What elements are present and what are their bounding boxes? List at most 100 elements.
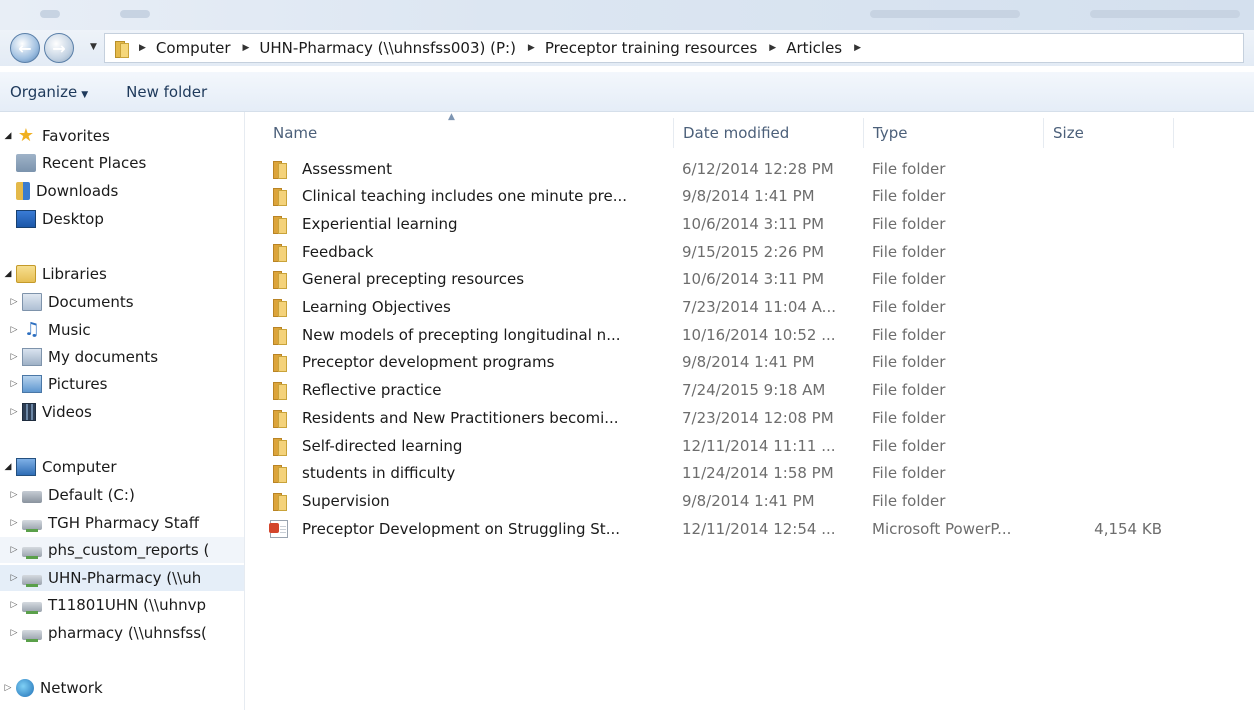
folder-icon	[270, 326, 288, 345]
sidebar-item-label: Pictures	[48, 375, 108, 393]
forward-button[interactable]: →	[44, 33, 74, 63]
collapsed-triangle-icon[interactable]: ▷	[6, 545, 22, 555]
collapsed-triangle-icon[interactable]: ▷	[6, 600, 22, 610]
sidebar-item-label: Downloads	[36, 182, 119, 200]
file-date: 9/8/2014 1:41 PM	[682, 353, 815, 372]
collapsed-triangle-icon[interactable]: ▷	[6, 573, 22, 583]
folder-icon	[270, 215, 288, 234]
folder-icon	[270, 409, 288, 428]
back-button[interactable]: ←	[10, 33, 40, 63]
sidebar-item-label: T11801UHN (\\uhnvp	[48, 596, 207, 614]
sidebar-group-libraries[interactable]: ◢ Libraries	[0, 261, 244, 287]
file-row[interactable]: Preceptor development programs 9/8/2014 1…	[270, 349, 1170, 376]
sidebar-item-recent-places[interactable]: Recent Places	[16, 150, 244, 176]
breadcrumb-preceptor[interactable]: Preceptor training resources	[545, 39, 757, 57]
file-name-cell: Residents and New Practitioners becomi..…	[270, 404, 619, 431]
sidebar-item-my-documents[interactable]: ▷ My documents	[0, 344, 244, 370]
expanded-triangle-icon[interactable]: ◢	[0, 131, 16, 141]
file-row[interactable]: Assessment 6/12/2014 12:28 PM File folder	[270, 155, 1170, 182]
file-name-cell: Reflective practice	[270, 377, 441, 404]
network-drive-icon	[22, 602, 42, 614]
address-bar[interactable]: ▶ Computer ▶ UHN-Pharmacy (\\uhnsfss003)…	[104, 33, 1244, 63]
file-row[interactable]: students in difficulty 11/24/2014 1:58 PM…	[270, 460, 1170, 487]
window-title-blur	[870, 10, 1020, 18]
sidebar-item-label: Music	[48, 321, 91, 339]
file-name-cell: Experiential learning	[270, 210, 458, 237]
breadcrumb-arrow-icon[interactable]: ▶	[139, 43, 146, 53]
breadcrumb-arrow-icon[interactable]: ▶	[243, 43, 250, 53]
network-drive-icon	[22, 520, 42, 532]
file-date: 9/8/2014 1:41 PM	[682, 491, 815, 510]
file-size	[982, 210, 1162, 237]
navigation-pane: ◢ ★ Favorites Recent Places Downloads De…	[0, 112, 245, 710]
sidebar-item-default-drive[interactable]: ▷ Default (C:)	[0, 482, 244, 508]
collapsed-triangle-icon[interactable]: ▷	[6, 352, 22, 362]
column-header-type[interactable]: Type	[864, 118, 1044, 148]
breadcrumb-drive[interactable]: UHN-Pharmacy (\\uhnsfss003) (P:)	[259, 39, 516, 57]
powerpoint-icon	[269, 519, 288, 538]
sidebar-item-pharmacy[interactable]: ▷ pharmacy (\\uhnsfss(	[0, 620, 244, 646]
file-name: Residents and New Practitioners becomi..…	[302, 408, 619, 427]
column-header-size[interactable]: Size	[1044, 118, 1174, 148]
collapsed-triangle-icon[interactable]: ▷	[6, 490, 22, 500]
breadcrumb-articles[interactable]: Articles	[786, 39, 842, 57]
sidebar-item-documents[interactable]: ▷ Documents	[0, 289, 244, 315]
folder-icon	[270, 187, 288, 207]
network-icon	[16, 679, 34, 697]
collapsed-triangle-icon[interactable]: ▷	[6, 628, 22, 638]
expanded-triangle-icon[interactable]: ◢	[0, 462, 16, 472]
file-row[interactable]: General precepting resources 10/6/2014 3:…	[270, 266, 1170, 293]
sidebar-item-phs-custom-reports[interactable]: ▷ phs_custom_reports (	[0, 537, 244, 563]
sidebar-item-pictures[interactable]: ▷ Pictures	[0, 371, 244, 397]
sidebar-item-videos[interactable]: ▷ Videos	[0, 399, 244, 425]
file-row[interactable]: Self-directed learning 12/11/2014 11:11 .…	[270, 432, 1170, 459]
sidebar-item-tgh-pharmacy-staff[interactable]: ▷ TGH Pharmacy Staff	[0, 510, 244, 536]
collapsed-triangle-icon[interactable]: ▷	[6, 297, 22, 307]
column-header-name[interactable]: Name	[264, 118, 674, 148]
collapsed-triangle-icon[interactable]: ▷	[6, 518, 22, 528]
file-row[interactable]: New models of precepting longitudinal n.…	[270, 321, 1170, 348]
expanded-triangle-icon[interactable]: ◢	[0, 269, 16, 279]
column-header-date-modified[interactable]: Date modified	[674, 118, 864, 148]
file-row[interactable]: Residents and New Practitioners becomi..…	[270, 404, 1170, 431]
sidebar-item-label: Default (C:)	[48, 486, 135, 504]
sidebar-group-network[interactable]: ▷ Network	[0, 675, 244, 701]
folder-icon	[270, 243, 288, 262]
file-row[interactable]: Supervision 9/8/2014 1:41 PM File folder	[270, 487, 1170, 514]
breadcrumb-arrow-icon[interactable]: ▶	[854, 43, 861, 53]
sidebar-item-label: My documents	[48, 348, 159, 366]
sidebar-item-downloads[interactable]: Downloads	[16, 178, 244, 204]
sidebar-item-t11801uhn[interactable]: ▷ T11801UHN (\\uhnvp	[0, 592, 244, 618]
downloads-icon	[16, 182, 30, 200]
sidebar-item-uhn-pharmacy[interactable]: ▷ UHN-Pharmacy (\\uh	[0, 565, 244, 591]
collapsed-triangle-icon[interactable]: ▷	[6, 325, 22, 335]
file-row[interactable]: Preceptor Development on Struggling St..…	[269, 515, 1170, 542]
file-row[interactable]: Experiential learning 10/6/2014 3:11 PM Fi…	[270, 210, 1170, 237]
file-date: 6/12/2014 12:28 PM	[682, 159, 834, 178]
collapsed-triangle-icon[interactable]: ▷	[6, 379, 22, 389]
file-name: Assessment	[302, 159, 392, 178]
collapsed-triangle-icon[interactable]: ▷	[6, 407, 22, 417]
file-date: 10/6/2014 3:11 PM	[682, 270, 825, 289]
file-row[interactable]: Clinical teaching includes one minute pr…	[270, 183, 1170, 210]
file-type: File folder	[872, 242, 946, 261]
sidebar-item-label: phs_custom_reports (	[48, 541, 210, 559]
collapsed-triangle-icon[interactable]: ▷	[0, 683, 16, 693]
organize-button[interactable]: Organize ▼	[0, 83, 98, 101]
file-row[interactable]: Feedback 9/15/2015 2:26 PM File folder	[270, 238, 1170, 265]
file-date: 7/24/2015 9:18 AM	[682, 381, 826, 400]
libraries-label: Libraries	[42, 265, 107, 283]
sidebar-group-favorites[interactable]: ◢ ★ Favorites	[0, 123, 244, 149]
sidebar-group-computer[interactable]: ◢ Computer	[0, 454, 244, 480]
file-date: 12/11/2014 11:11 ...	[682, 436, 836, 455]
file-name-cell: Assessment	[270, 155, 392, 182]
breadcrumb-arrow-icon[interactable]: ▶	[769, 43, 776, 53]
breadcrumb-arrow-icon[interactable]: ▶	[528, 43, 535, 53]
file-row[interactable]: Learning Objectives 7/23/2014 11:04 A... F…	[270, 294, 1170, 321]
file-row[interactable]: Reflective practice 7/24/2015 9:18 AM File…	[270, 377, 1170, 404]
sidebar-item-music[interactable]: ▷ ♫ Music	[0, 317, 244, 343]
recent-pages-dropdown[interactable]: ▼	[90, 42, 97, 52]
breadcrumb-computer[interactable]: Computer	[156, 39, 231, 57]
new-folder-button[interactable]: New folder	[116, 83, 217, 101]
sidebar-item-desktop[interactable]: Desktop	[16, 206, 244, 232]
